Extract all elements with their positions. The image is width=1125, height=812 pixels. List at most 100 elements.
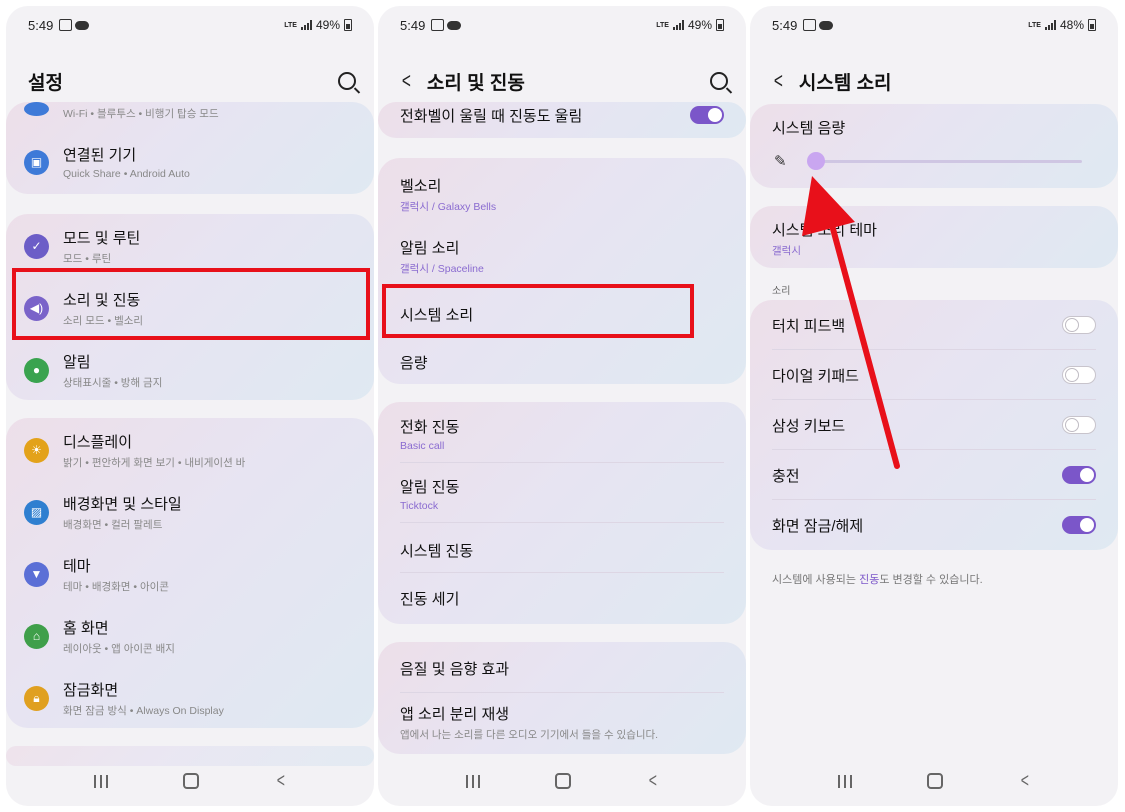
screen-lock-toggle[interactable] bbox=[1062, 516, 1096, 534]
item-sub: 테마 • 배경화면 • 아이콘 bbox=[63, 580, 169, 593]
gallery-icon bbox=[803, 19, 817, 31]
page-title: 소리 및 진동 bbox=[426, 72, 525, 94]
volume-label: 시스템 음량 bbox=[772, 119, 846, 137]
footnote: 시스템에 사용되는 진동도 변경할 수 있습니다. bbox=[772, 571, 983, 587]
notification-icon: ● bbox=[24, 357, 49, 383]
menu-vibration-intensity[interactable]: 진동 세기 bbox=[400, 578, 746, 618]
wifi-icon bbox=[24, 102, 49, 116]
status-bar: 5:49 LTE 48% bbox=[772, 14, 1096, 36]
divider bbox=[772, 399, 1096, 400]
touch-feedback-toggle[interactable] bbox=[1062, 316, 1096, 334]
vibrate-while-ringing-toggle[interactable] bbox=[690, 106, 724, 124]
gallery-icon bbox=[59, 19, 73, 31]
cloud-icon bbox=[819, 20, 834, 30]
item-label: 다이얼 키패드 bbox=[772, 367, 859, 385]
item-label: 앱 소리 분리 재생 bbox=[400, 705, 510, 723]
menu-notification-vibration[interactable]: 알림 진동 Ticktock bbox=[400, 472, 746, 516]
settings-screen: 5:49 LTE 49% 설정 Wi-Fi • 블루투스 • 비행기 탑승 모드… bbox=[6, 6, 374, 806]
back-arrow-icon[interactable]: < bbox=[774, 68, 783, 94]
menu-display[interactable]: ☀ 디스플레이 밝기 • 편안하게 화면 보기 • 내비게이션 바 bbox=[6, 428, 374, 472]
recent-apps-icon[interactable] bbox=[465, 774, 480, 788]
network-type: LTE bbox=[1028, 21, 1041, 29]
menu-system-sound-theme[interactable]: 시스템 소리 테마 갤럭시 bbox=[772, 216, 1118, 260]
back-icon[interactable]: < bbox=[276, 770, 284, 793]
home-button-icon[interactable] bbox=[555, 773, 572, 789]
signal-icon bbox=[1044, 20, 1056, 30]
menu-system-vibration[interactable]: 시스템 진동 bbox=[400, 530, 746, 570]
item-sub: Quick Share • Android Auto bbox=[63, 168, 190, 180]
menu-wallpaper-style[interactable]: ▨ 배경화면 및 스타일 배경화면 • 컬러 팔레트 bbox=[6, 490, 374, 534]
samsung-keyboard-toggle[interactable] bbox=[1062, 416, 1096, 434]
home-button-icon[interactable] bbox=[927, 773, 944, 789]
battery-percent: 49% bbox=[315, 18, 340, 32]
status-time: 5:49 bbox=[28, 17, 54, 33]
divider bbox=[772, 349, 1096, 350]
volume-slider-track[interactable] bbox=[816, 160, 1082, 163]
page-title: 시스템 소리 bbox=[798, 72, 892, 94]
back-arrow-icon[interactable]: < bbox=[402, 68, 411, 94]
menu-volume[interactable]: 음량 bbox=[400, 344, 746, 380]
menu-connected-devices[interactable]: ▣ 연결된 기기 Quick Share • Android Auto bbox=[6, 140, 374, 184]
footnote-text-end: 도 변경할 수 있습니다. bbox=[879, 574, 983, 586]
item-label: 알림 진동 bbox=[400, 479, 460, 496]
recent-apps-icon[interactable] bbox=[93, 774, 108, 788]
highlight-box bbox=[382, 284, 694, 338]
item-label: 음질 및 음향 효과 bbox=[400, 660, 510, 678]
charging-toggle[interactable] bbox=[1062, 466, 1096, 484]
check-circle-icon: ✓ bbox=[24, 233, 49, 259]
menu-lock-screen[interactable]: 🔒︎ 잠금화면 화면 잠금 방식 • Always On Display bbox=[6, 676, 374, 720]
menu-ringtone[interactable]: 벨소리 갤럭시 / Galaxy Bells bbox=[400, 172, 746, 216]
item-label: 충전 bbox=[772, 467, 800, 485]
nav-bar: < bbox=[6, 766, 374, 796]
volume-slider-thumb[interactable] bbox=[807, 152, 825, 170]
system-volume-card: 시스템 음량 ✎ bbox=[750, 104, 1118, 188]
item-label: 시스템 진동 bbox=[400, 542, 474, 560]
battery-icon bbox=[344, 19, 352, 31]
item-label: 디스플레이 bbox=[63, 433, 133, 451]
item-label: 모드 및 루틴 bbox=[63, 229, 141, 247]
menu-call-vibration[interactable]: 전화 진동 Basic call bbox=[400, 412, 746, 456]
item-label: 진동 세기 bbox=[400, 590, 460, 608]
menu-notifications[interactable]: ● 알림 상태표시줄 • 방해 금지 bbox=[6, 348, 374, 392]
battery-icon bbox=[716, 19, 724, 31]
sun-icon: ☀ bbox=[24, 437, 49, 463]
network-type: LTE bbox=[656, 21, 669, 29]
divider bbox=[772, 499, 1096, 500]
menu-separate-app-sound[interactable]: 앱 소리 분리 재생 앱에서 나는 소리를 다른 오디오 기기에서 들을 수 있… bbox=[400, 700, 746, 744]
cloud-icon bbox=[447, 20, 462, 30]
highlight-box bbox=[12, 268, 370, 340]
wifi-row[interactable]: Wi-Fi • 블루투스 • 비행기 탑승 모드 bbox=[6, 102, 374, 124]
vibration-link[interactable]: 진동 bbox=[859, 574, 879, 586]
item-sub: Basic call bbox=[400, 440, 445, 452]
status-bar: 5:49 LTE 49% bbox=[400, 14, 724, 36]
item-sub: 배경화면 • 컬러 팔레트 bbox=[63, 518, 163, 531]
recent-apps-icon[interactable] bbox=[837, 774, 852, 788]
cloud-icon bbox=[75, 20, 90, 30]
item-label: 연결된 기기 bbox=[63, 147, 137, 164]
item-sub: 앱에서 나는 소리를 다른 오디오 기기에서 들을 수 있습니다. bbox=[400, 728, 659, 741]
back-icon[interactable]: < bbox=[648, 770, 656, 793]
item-label: 화면 잠금/해제 bbox=[772, 517, 864, 535]
wallpaper-icon: ▨ bbox=[24, 499, 49, 525]
menu-home-screen[interactable]: ⌂ 홈 화면 레이아웃 • 앱 아이콘 배지 bbox=[6, 614, 374, 658]
sound-vibration-screen: 5:49 LTE 49% < 소리 및 진동 전화벨이 울릴 때 진동도 울림 … bbox=[378, 6, 746, 806]
item-sub: 레이아웃 • 앱 아이콘 배지 bbox=[63, 642, 175, 655]
back-icon[interactable]: < bbox=[1020, 770, 1028, 793]
menu-notification-sound[interactable]: 알림 소리 갤럭시 / Spaceline bbox=[400, 234, 746, 278]
search-icon[interactable] bbox=[710, 72, 728, 90]
dial-keypad-toggle[interactable] bbox=[1062, 366, 1096, 384]
item-sub: 밝기 • 편안하게 화면 보기 • 내비게이션 바 bbox=[63, 456, 246, 469]
menu-themes[interactable]: ▼ 테마 테마 • 배경화면 • 아이콘 bbox=[6, 552, 374, 596]
search-icon[interactable] bbox=[338, 72, 356, 90]
item-label: 배경화면 및 스타일 bbox=[63, 495, 182, 513]
divider bbox=[400, 462, 724, 463]
divider bbox=[400, 572, 724, 573]
item-label: 터치 피드백 bbox=[772, 317, 846, 335]
section-header-sound: 소리 bbox=[772, 286, 791, 297]
item-sub: 갤럭시 / Galaxy Bells bbox=[400, 200, 497, 213]
menu-sound-quality-effects[interactable]: 음질 및 음향 효과 bbox=[400, 648, 746, 688]
devices-icon: ▣ bbox=[24, 149, 49, 175]
home-button-icon[interactable] bbox=[183, 773, 200, 789]
menu-modes-routines[interactable]: ✓ 모드 및 루틴 모드 • 루틴 bbox=[6, 224, 374, 268]
home-icon: ⌂ bbox=[24, 623, 49, 649]
